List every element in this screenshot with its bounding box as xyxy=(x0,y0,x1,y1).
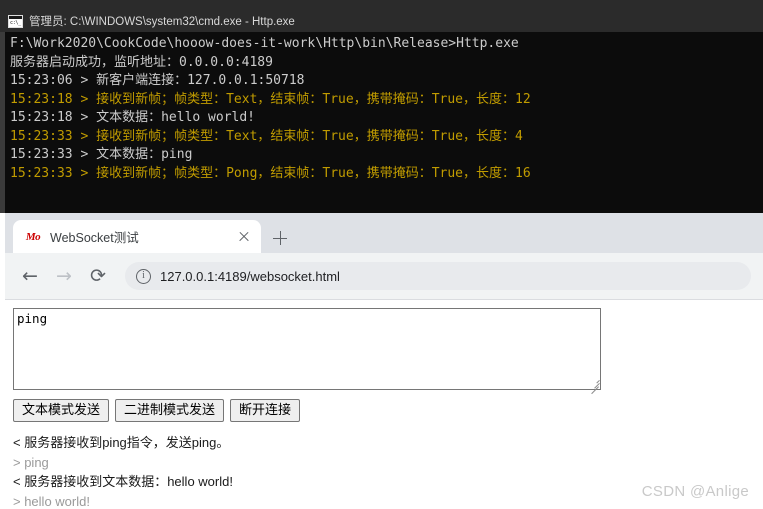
browser-tab-websocket[interactable]: Mo WebSocket测试 xyxy=(13,220,261,253)
log-line: > ping xyxy=(13,454,49,470)
console-top-strip xyxy=(0,0,763,10)
tab-title: WebSocket测试 xyxy=(50,231,139,245)
action-button-row: 文本模式发送 二进制模式发送 断开连接 xyxy=(13,399,755,422)
disconnect-button[interactable]: 断开连接 xyxy=(230,399,301,422)
send-binary-button[interactable]: 二进制模式发送 xyxy=(115,399,225,422)
console-line: 15:23:33 > 文本数据：ping xyxy=(10,147,193,162)
address-bar[interactable]: 127.0.0.1:4189/websocket.html xyxy=(125,262,751,290)
console-title-text: 管理员: C:\WINDOWS\system32\cmd.exe - Http.… xyxy=(29,16,295,28)
message-input[interactable] xyxy=(13,308,601,390)
cmd-console-window: 管理员: C:\WINDOWS\system32\cmd.exe - Http.… xyxy=(0,0,763,213)
message-input-wrapper xyxy=(13,308,601,395)
screenshot-root: 管理员: C:\WINDOWS\system32\cmd.exe - Http.… xyxy=(0,0,763,509)
arrow-left-icon: ← xyxy=(22,265,38,287)
console-line: 15:23:18 > 接收到新帧；帧类型：Text，结束帧：True，携带掩码：… xyxy=(10,91,531,107)
reload-icon: ⟳ xyxy=(90,265,106,287)
close-icon[interactable] xyxy=(235,228,253,246)
back-button[interactable]: ← xyxy=(15,261,45,291)
arrow-right-icon: → xyxy=(56,265,72,287)
reload-button[interactable]: ⟳ xyxy=(83,261,113,291)
console-line: 服务器启动成功，监听地址：0.0.0.0:4189 xyxy=(10,54,273,70)
forward-button[interactable]: → xyxy=(49,261,79,291)
console-title-bar[interactable]: 管理员: C:\WINDOWS\system32\cmd.exe - Http.… xyxy=(0,10,763,32)
page-content: 文本模式发送 二进制模式发送 断开连接 < 服务器接收到ping指令，发送pin… xyxy=(5,300,763,509)
cmd-icon xyxy=(8,14,23,28)
log-line: < 服务器接收到ping指令，发送ping。 xyxy=(13,435,230,450)
address-bar-url: 127.0.0.1:4189/websocket.html xyxy=(160,268,340,284)
console-line: 15:23:33 > 接收到新帧；帧类型：Text，结束帧：True，携带掩码：… xyxy=(10,128,523,144)
new-tab-icon[interactable] xyxy=(267,225,293,251)
console-line: 15:23:33 > 接收到新帧；帧类型：Pong，结束帧：True，携带掩码：… xyxy=(10,165,531,181)
browser-window: Mo WebSocket测试 ← → ⟳ 127.0.0.1:4189/webs… xyxy=(0,213,763,509)
console-line: 15:23:06 > 新客户端连接：127.0.0.1:50718 xyxy=(10,73,305,88)
console-output: F:\Work2020\CookCode\hooow-does-it-work\… xyxy=(5,32,763,213)
watermark: CSDN @Anlige xyxy=(641,483,749,500)
tab-favicon-icon: Mo xyxy=(25,230,41,243)
send-text-button[interactable]: 文本模式发送 xyxy=(13,399,110,422)
console-line: 15:23:18 > 文本数据：hello world! xyxy=(10,110,256,125)
console-line: F:\Work2020\CookCode\hooow-does-it-work\… xyxy=(10,36,519,51)
info-circle-icon[interactable] xyxy=(136,268,151,284)
browser-tab-strip: Mo WebSocket测试 xyxy=(5,213,763,253)
browser-toolbar: ← → ⟳ 127.0.0.1:4189/websocket.html xyxy=(5,253,763,299)
